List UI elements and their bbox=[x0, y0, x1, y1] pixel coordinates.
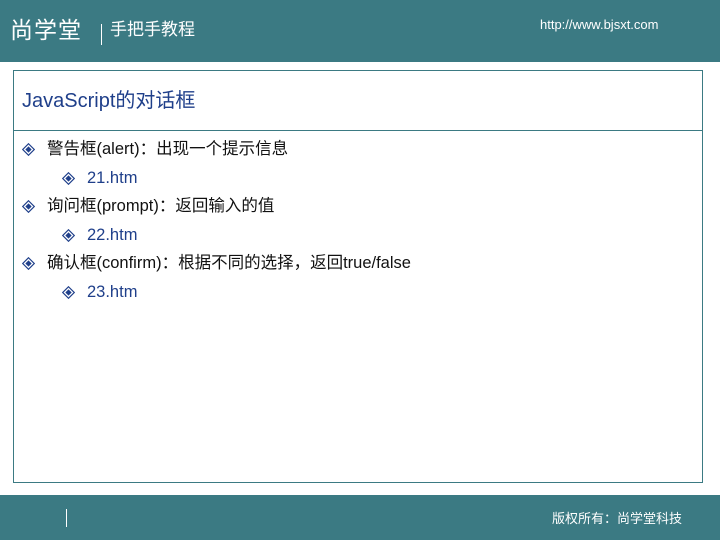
bullet-text: 22.htm bbox=[87, 226, 138, 244]
slide-title: JavaScript的对话框 bbox=[22, 90, 196, 112]
diamond-bullet-icon bbox=[22, 142, 35, 156]
slide-title-area: JavaScript的对话框 bbox=[14, 71, 702, 131]
bullet-text: 21.htm bbox=[87, 169, 138, 187]
diamond-bullet-icon bbox=[22, 256, 35, 270]
diamond-bullet-icon bbox=[62, 285, 75, 299]
header-url: http://www.bjsxt.com bbox=[540, 17, 659, 32]
header-tagline: 手把手教程 bbox=[110, 20, 195, 40]
bullet-subitem-22: 22.htm bbox=[62, 223, 137, 247]
header-divider bbox=[101, 24, 102, 45]
diamond-bullet-icon bbox=[62, 171, 75, 185]
bullet-text: 询问框(prompt)：返回输入的值 bbox=[47, 197, 275, 215]
bullet-text: 警告框(alert)：出现一个提示信息 bbox=[47, 140, 289, 158]
diamond-bullet-icon bbox=[62, 228, 75, 242]
footer-divider bbox=[66, 509, 67, 527]
diamond-bullet-icon bbox=[22, 199, 35, 213]
bullet-item-alert: 警告框(alert)：出现一个提示信息 bbox=[22, 137, 288, 161]
bullet-text: 23.htm bbox=[87, 283, 138, 301]
slide-content-frame: JavaScript的对话框 bbox=[13, 70, 703, 483]
bullet-subitem-23: 23.htm bbox=[62, 280, 137, 304]
bullet-text: 确认框(confirm)：根据不同的选择，返回true/false bbox=[47, 254, 411, 272]
bullet-subitem-21: 21.htm bbox=[62, 166, 137, 190]
brand-logo-text: 尚学堂 bbox=[10, 18, 82, 44]
header-bar: 尚学堂 手把手教程 http://www.bjsxt.com bbox=[0, 0, 720, 62]
footer-copyright: 版权所有：尚学堂科技 bbox=[552, 512, 683, 527]
footer-bar: 版权所有：尚学堂科技 bbox=[0, 495, 720, 540]
bullet-item-prompt: 询问框(prompt)：返回输入的值 bbox=[22, 194, 274, 218]
bullet-item-confirm: 确认框(confirm)：根据不同的选择，返回true/false bbox=[22, 251, 411, 275]
